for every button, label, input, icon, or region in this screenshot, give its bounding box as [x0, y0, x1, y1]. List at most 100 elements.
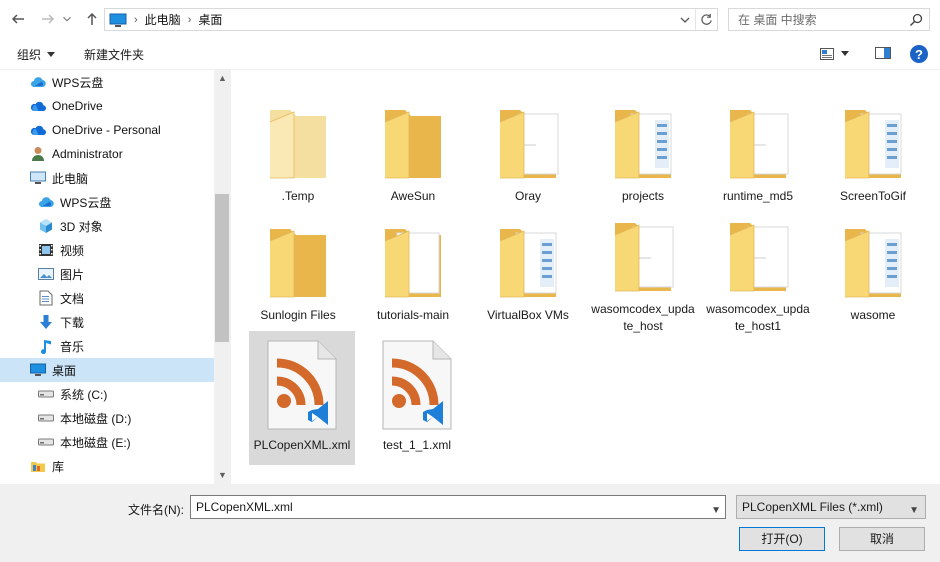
search-placeholder: 在 桌面 中搜索: [738, 13, 817, 27]
nav-item[interactable]: 桌面: [0, 358, 214, 382]
breadcrumb-this-pc[interactable]: 此电脑: [145, 11, 181, 28]
nav-item[interactable]: 库: [0, 454, 214, 478]
library-icon: [30, 458, 46, 474]
filetype-select[interactable]: PLCopenXML Files (*.xml) ▼: [736, 495, 926, 519]
address-row: › 此电脑 › 桌面 在 桌面 中搜索: [0, 0, 940, 38]
nav-item[interactable]: WPS云盘: [0, 190, 214, 214]
file-list: .Temp AweSun Oray projects runtime_md5 Screen…: [230, 70, 940, 484]
folder-item[interactable]: tutorials-main: [360, 201, 466, 335]
nav-item[interactable]: 3D 对象: [0, 214, 214, 238]
dialog-footer: 文件名(N): PLCopenXML.xml ▼ PLCopenXML File…: [0, 484, 940, 562]
xml-file-icon: [369, 333, 465, 433]
downloads-icon: [38, 314, 54, 330]
folder-icon: [595, 207, 691, 297]
search-box[interactable]: 在 桌面 中搜索: [728, 8, 930, 31]
command-bar: 组织 新建文件夹 ?: [0, 38, 940, 70]
address-bar[interactable]: › 此电脑 › 桌面: [104, 8, 718, 31]
file-item[interactable]: PLCopenXML.xml: [249, 331, 355, 465]
nav-item[interactable]: OneDrive: [0, 94, 214, 118]
folder-icon: [825, 207, 921, 303]
preview-pane-button[interactable]: [874, 45, 892, 63]
nav-item-label: WPS云盘: [52, 75, 104, 90]
chevron-right-icon[interactable]: ›: [134, 14, 138, 26]
file-name: VirtualBox VMs: [487, 308, 569, 322]
nav-item-label: 文档: [60, 291, 85, 306]
scroll-up-icon[interactable]: ▲: [218, 73, 227, 83]
folder-icon: [595, 88, 691, 184]
scroll-down-icon[interactable]: ▼: [218, 470, 227, 480]
nav-item-label: 视频: [60, 243, 85, 258]
nav-item[interactable]: 文档: [0, 286, 214, 310]
address-history-button[interactable]: [677, 12, 693, 28]
nav-item-label: 本地磁盘 (E:): [60, 435, 131, 450]
caret-down-icon: [841, 51, 849, 56]
folder-item[interactable]: Oray: [475, 82, 581, 216]
file-name: tutorials-main: [376, 308, 450, 322]
nav-item[interactable]: OneDrive - Personal: [0, 118, 214, 142]
nav-item[interactable]: 下载: [0, 310, 214, 334]
chevron-down-icon[interactable]: ▼: [711, 500, 721, 522]
file-name: wasomcodex_update_host: [591, 302, 695, 333]
folder-item[interactable]: wasomcodex_update_host1: [705, 201, 811, 335]
nav-item-label: 音乐: [60, 339, 85, 354]
filename-label: 文件名(N):: [128, 503, 184, 517]
this-pc-icon: [30, 170, 46, 186]
nav-item[interactable]: 本地磁盘 (D:): [0, 406, 214, 430]
nav-item[interactable]: WPS云盘: [0, 70, 214, 94]
open-button[interactable]: 打开(O): [739, 527, 825, 551]
file-item[interactable]: test_1_1.xml: [364, 331, 470, 465]
folder-icon: [480, 207, 576, 303]
cancel-button[interactable]: 取消: [839, 527, 925, 551]
organize-label: 组织: [17, 48, 42, 62]
nav-item[interactable]: 图片: [0, 262, 214, 286]
folder-item[interactable]: wasome: [820, 201, 926, 335]
refresh-button[interactable]: [695, 9, 717, 30]
nav-item[interactable]: 此电脑: [0, 166, 214, 190]
nav-item[interactable]: 视频: [0, 238, 214, 262]
breadcrumb-desktop[interactable]: 桌面: [198, 11, 222, 28]
folder-item[interactable]: VirtualBox VMs: [475, 201, 581, 335]
nav-item-label: 图片: [60, 267, 85, 282]
back-button[interactable]: [7, 8, 29, 30]
forward-button[interactable]: [37, 8, 59, 30]
drive-icon: [38, 386, 54, 402]
folder-icon: [480, 88, 576, 184]
this-pc-icon: [109, 13, 127, 27]
nav-scrollbar[interactable]: ▲ ▼: [214, 70, 230, 484]
scroll-thumb[interactable]: [215, 194, 229, 342]
folder-item[interactable]: AweSun: [360, 82, 466, 216]
view-icon: [820, 48, 834, 60]
folder-icon: [710, 207, 806, 297]
chevron-down-icon: [63, 16, 71, 22]
filetype-value: PLCopenXML Files (*.xml): [742, 500, 883, 514]
recent-locations-button[interactable]: [60, 8, 74, 30]
nav-item-label: 3D 对象: [60, 219, 103, 234]
chevron-right-icon[interactable]: ›: [188, 14, 192, 26]
filename-value: PLCopenXML.xml: [196, 500, 293, 514]
folder-item[interactable]: .Temp: [245, 82, 351, 216]
filename-field[interactable]: PLCopenXML.xml ▼: [190, 495, 726, 519]
nav-item[interactable]: 本地磁盘 (E:): [0, 430, 214, 454]
nav-item-label: Administrator: [52, 147, 123, 161]
new-folder-button[interactable]: 新建文件夹: [84, 46, 144, 63]
nav-item[interactable]: 系统 (C:): [0, 382, 214, 406]
folder-icon: [710, 88, 806, 184]
folder-item[interactable]: wasomcodex_update_host: [590, 201, 696, 335]
videos-icon: [38, 242, 54, 258]
onedrive-icon: [30, 98, 46, 114]
up-button[interactable]: [81, 8, 103, 30]
nav-item[interactable]: Administrator: [0, 142, 214, 166]
folder-item[interactable]: Sunlogin Files: [245, 201, 351, 335]
nav-item[interactable]: 音乐: [0, 334, 214, 358]
nav-item-label: OneDrive: [52, 99, 103, 113]
up-arrow-icon: [87, 12, 97, 25]
folder-item[interactable]: runtime_md5: [705, 82, 811, 216]
folder-item[interactable]: ScreenToGif: [820, 82, 926, 216]
folder-icon: [250, 207, 346, 303]
change-view-button[interactable]: [820, 45, 858, 63]
chevron-down-icon[interactable]: ▼: [909, 500, 919, 522]
organize-button[interactable]: 组织: [17, 46, 56, 63]
help-icon[interactable]: ?: [910, 45, 928, 63]
wps-cloud-icon: [30, 74, 46, 90]
folder-item[interactable]: projects: [590, 82, 696, 216]
